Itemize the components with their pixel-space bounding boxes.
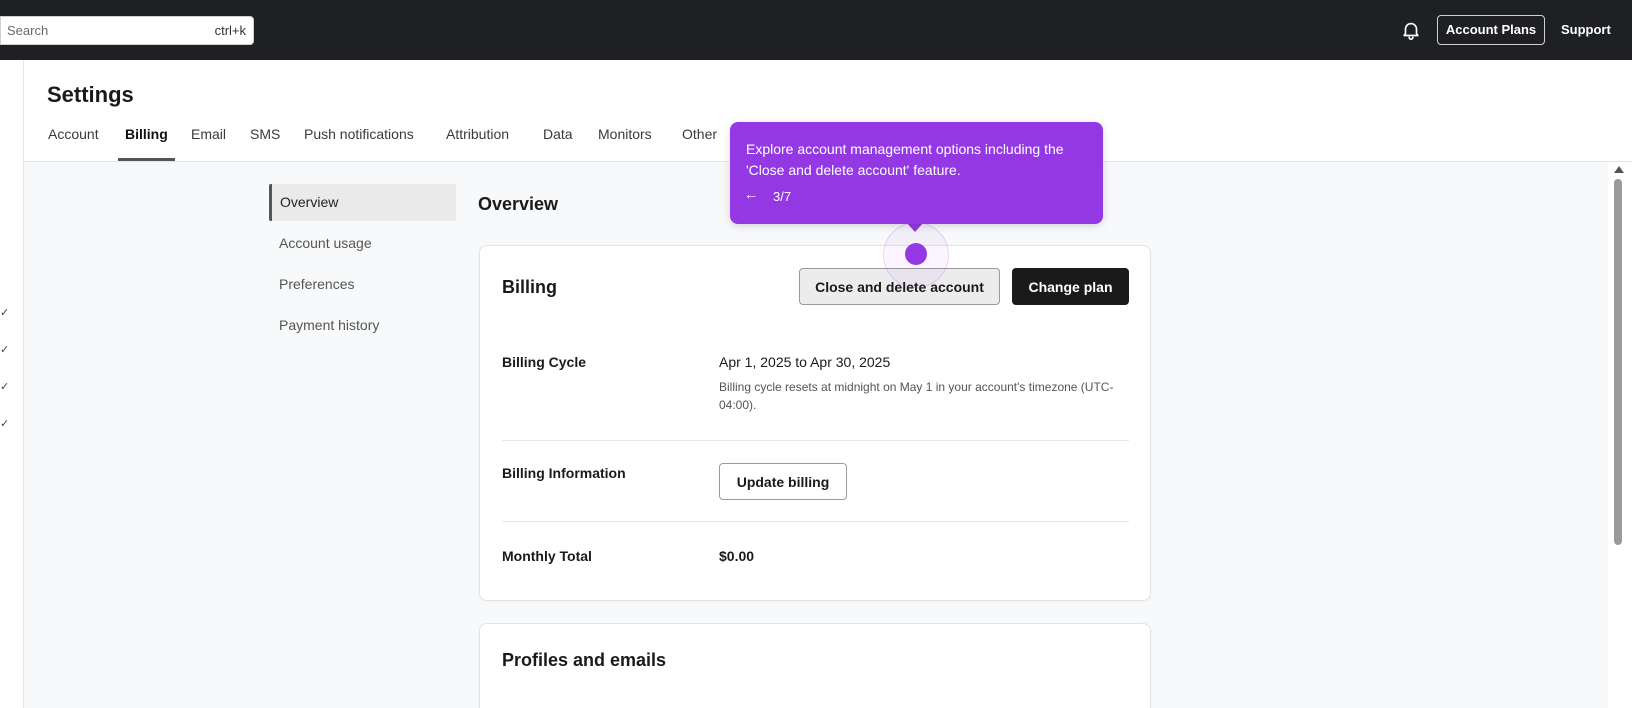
scroll-up-arrow-icon[interactable]	[1614, 166, 1624, 173]
scrollbar[interactable]	[1608, 162, 1632, 708]
profiles-card: Profiles and emails	[479, 623, 1151, 708]
tooltip-text: Explore account management options inclu…	[746, 141, 1064, 178]
billing-cycle-note: Billing cycle resets at midnight on May …	[719, 380, 1114, 412]
check-icon: ✓	[0, 307, 10, 319]
search-shortcut-hint: ctrl+k	[214, 23, 246, 38]
divider	[502, 521, 1129, 522]
tooltip-step-counter: 3/7	[773, 189, 792, 204]
settings-content: Overview Account usage Preferences Payme…	[24, 162, 1608, 708]
tab-other[interactable]: Other	[682, 126, 717, 142]
sidenav-item-preferences[interactable]: Preferences	[269, 266, 456, 303]
billing-cycle-label: Billing Cycle	[502, 354, 587, 370]
billing-cycle-value: Apr 1, 2025 to Apr 30, 2025	[719, 354, 891, 370]
update-billing-button[interactable]: Update billing	[719, 463, 847, 500]
sidenav-item-account-usage[interactable]: Account usage	[269, 225, 456, 262]
monthly-total-value: $0.00	[719, 548, 755, 564]
divider	[502, 440, 1129, 441]
tab-sms[interactable]: SMS	[250, 126, 280, 142]
section-title: Overview	[478, 194, 559, 214]
active-tab-indicator	[118, 158, 175, 161]
monthly-total-label: Monthly Total	[502, 548, 592, 564]
guide-tooltip: Explore account management options inclu…	[730, 122, 1103, 224]
search-input[interactable]	[7, 17, 197, 44]
billing-card-title: Billing	[502, 277, 557, 297]
tab-data[interactable]: Data	[543, 126, 573, 142]
bell-icon[interactable]	[1400, 18, 1422, 42]
tab-email[interactable]: Email	[191, 126, 226, 142]
support-link[interactable]: Support	[1561, 22, 1611, 37]
billing-information-label: Billing Information	[502, 465, 626, 481]
billing-card: Billing Close and delete account Change …	[479, 245, 1151, 601]
search-box[interactable]: ctrl+k	[0, 16, 254, 45]
check-icon: ✓	[0, 418, 10, 430]
scrollbar-thumb[interactable]	[1614, 179, 1622, 545]
tab-billing[interactable]: Billing	[125, 126, 168, 142]
tab-account[interactable]: Account	[48, 126, 99, 142]
tab-monitors[interactable]: Monitors	[598, 126, 652, 142]
change-plan-button[interactable]: Change plan	[1012, 268, 1129, 305]
tab-attribution[interactable]: Attribution	[446, 126, 509, 142]
check-icon: ✓	[0, 344, 10, 356]
sidenav-item-payment-history[interactable]: Payment history	[269, 307, 456, 344]
back-arrow-icon[interactable]: ←	[744, 186, 762, 204]
account-plans-button[interactable]: Account Plans	[1437, 15, 1545, 45]
left-side-strip: ✓ ✓ ✓ ✓	[0, 60, 24, 708]
check-icon: ✓	[0, 381, 10, 393]
tab-push-notifications[interactable]: Push notifications	[304, 126, 414, 142]
profiles-card-title: Profiles and emails	[502, 650, 667, 670]
hotspot-dot[interactable]	[905, 243, 927, 265]
sidenav-item-overview[interactable]: Overview	[269, 184, 456, 221]
page-title: Settings	[47, 82, 134, 107]
top-bar: ctrl+k Account Plans Support	[0, 0, 1632, 60]
